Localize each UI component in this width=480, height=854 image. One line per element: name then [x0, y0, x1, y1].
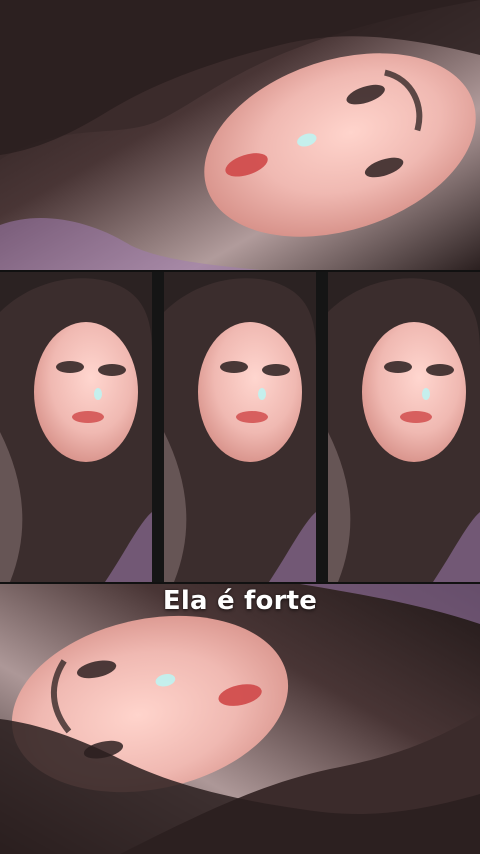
middle-tile-2-lips [236, 411, 268, 423]
middle-tile-3-nose-highlight [422, 388, 430, 400]
middle-triptych [0, 272, 480, 582]
middle-tile-3-eye-left [384, 361, 412, 373]
bottom-photo-svg [0, 584, 480, 854]
middle-tile-3-svg [328, 272, 480, 582]
middle-tile-1-eye-left [56, 361, 84, 373]
middle-tile-1 [0, 272, 152, 582]
middle-tile-3 [328, 272, 480, 582]
middle-tile-1-face [34, 322, 138, 462]
bottom-photo-panel [0, 584, 480, 854]
top-photo-panel [0, 0, 480, 270]
top-photo-svg [0, 0, 480, 270]
middle-tile-3-face [362, 322, 466, 462]
middle-tile-2-nose-highlight [258, 388, 266, 400]
middle-tile-1-nose-highlight [94, 388, 102, 400]
middle-tile-2-eye-right [262, 364, 290, 376]
middle-tile-3-lips [400, 411, 432, 423]
middle-tile-1-svg [0, 272, 152, 582]
middle-tile-2-eye-left [220, 361, 248, 373]
photo-collage: Ela é forte [0, 0, 480, 854]
middle-tile-3-eye-right [426, 364, 454, 376]
middle-tile-2-face [198, 322, 302, 462]
middle-tile-2 [164, 272, 316, 582]
middle-tile-2-svg [164, 272, 316, 582]
middle-tile-1-eye-right [98, 364, 126, 376]
middle-tile-1-lips [72, 411, 104, 423]
